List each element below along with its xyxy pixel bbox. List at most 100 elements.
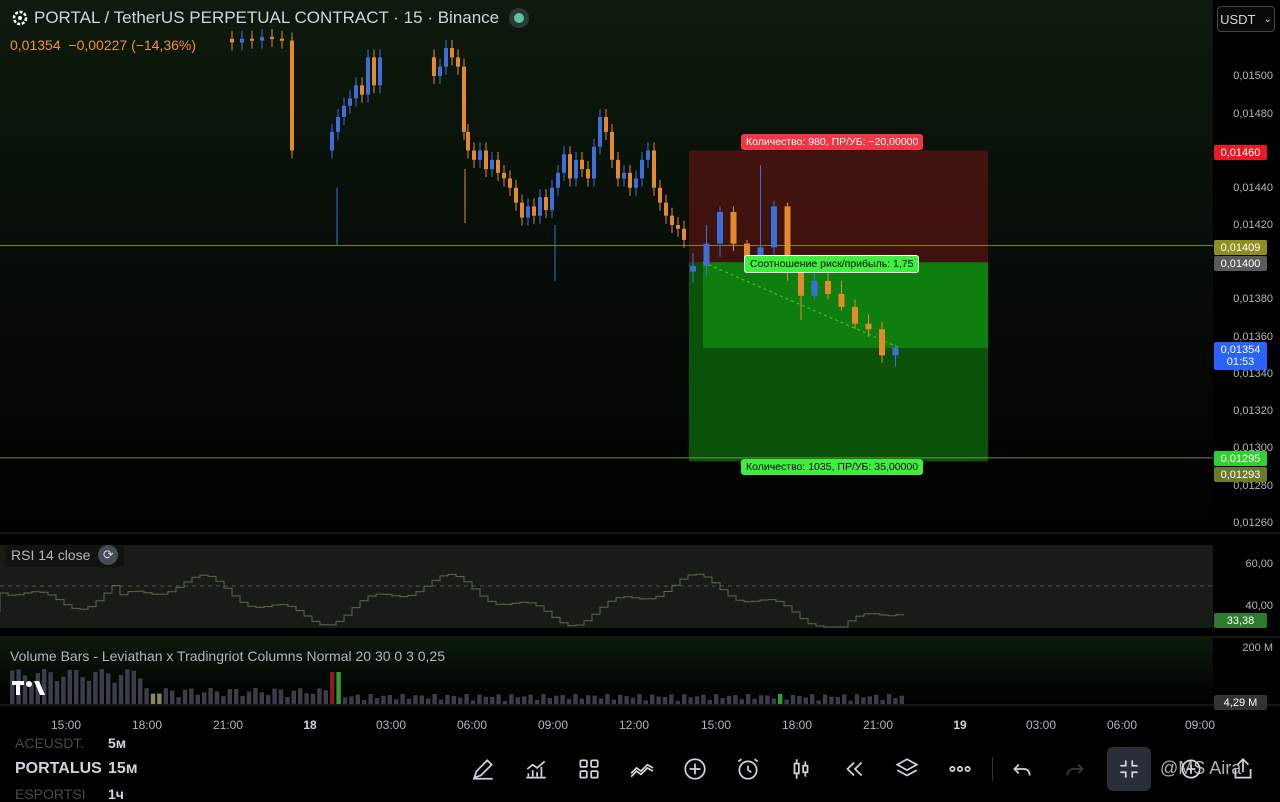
redo-icon[interactable] bbox=[1058, 752, 1092, 786]
candle-body bbox=[592, 146, 596, 179]
volume-bar bbox=[579, 698, 584, 704]
volume-bar bbox=[54, 681, 60, 704]
volume-bar bbox=[746, 694, 751, 704]
candle-body bbox=[438, 66, 442, 76]
candle-body bbox=[676, 225, 680, 229]
volume-bar bbox=[240, 695, 245, 704]
candle-body bbox=[825, 280, 831, 294]
candle-body bbox=[616, 159, 620, 179]
time-axis-label: 03:00 bbox=[1025, 718, 1057, 732]
candle-body bbox=[646, 150, 650, 160]
chart-up-icon[interactable] bbox=[519, 752, 553, 786]
volume-bar bbox=[227, 689, 232, 704]
volume-bar bbox=[317, 688, 322, 704]
volume-bar bbox=[752, 698, 757, 704]
candle-body bbox=[628, 172, 632, 188]
volume-bar bbox=[285, 697, 290, 704]
volume-axis-label: 200 M bbox=[1242, 642, 1273, 654]
alarm-icon[interactable] bbox=[731, 752, 765, 786]
pencil-icon[interactable] bbox=[466, 752, 500, 786]
volume-bar bbox=[784, 699, 789, 704]
candle-body bbox=[604, 116, 608, 132]
candle-body bbox=[811, 280, 818, 296]
volume-bar bbox=[208, 688, 213, 704]
candle-body bbox=[450, 48, 454, 58]
time-axis-label: 15:00 bbox=[50, 718, 82, 732]
volume-bar bbox=[477, 694, 482, 704]
candles-icon[interactable] bbox=[784, 752, 818, 786]
volume-bar bbox=[118, 675, 124, 704]
rewind-icon[interactable] bbox=[837, 752, 871, 786]
watchlist-symbol[interactable]: ACEUSDT. bbox=[15, 735, 84, 751]
candle-body bbox=[260, 36, 264, 41]
volume-bar bbox=[93, 671, 98, 704]
symbol-title[interactable]: PORTAL / TetherUS PERPETUAL CONTRACT · 1… bbox=[12, 8, 530, 28]
volume-bar bbox=[701, 694, 706, 704]
watchlist-interval[interactable]: 5м bbox=[108, 735, 126, 751]
watchlist-symbol-active[interactable]: PORTALUS bbox=[15, 760, 102, 778]
plus-circle-icon[interactable] bbox=[678, 752, 712, 786]
volume-bar bbox=[739, 699, 744, 704]
volume-bar bbox=[304, 693, 309, 704]
grid-icon[interactable] bbox=[572, 752, 606, 786]
filled-profit-zone bbox=[703, 262, 988, 348]
volume-bar bbox=[669, 694, 674, 704]
layers-icon[interactable] bbox=[890, 752, 924, 786]
volume-bar bbox=[214, 691, 220, 704]
trend-icon[interactable] bbox=[625, 752, 659, 786]
candle-body bbox=[378, 57, 382, 86]
volume-bar bbox=[182, 689, 188, 704]
rsi-legend[interactable]: RSI 14 close ⟳ bbox=[5, 543, 125, 567]
currency-selector[interactable]: USDT ⌄ bbox=[1217, 6, 1275, 32]
candle-body bbox=[336, 116, 340, 132]
time-axis-label: 09:00 bbox=[1184, 718, 1216, 732]
candle-body bbox=[478, 150, 482, 160]
candle-body bbox=[556, 172, 560, 188]
watchlist-interval-active[interactable]: 15м bbox=[108, 760, 138, 778]
candle-body bbox=[598, 116, 602, 147]
take-profit-label[interactable]: Количество: 1035, ПР/УБ: 35,00000 bbox=[741, 459, 924, 475]
candle-body bbox=[682, 228, 686, 240]
time-axis-label: 03:00 bbox=[375, 718, 407, 732]
stop-loss-label[interactable]: Количество: 980, ПР/УБ: −20,00000 bbox=[741, 134, 924, 150]
volume-bar bbox=[534, 699, 540, 704]
header-price: 0,01354 bbox=[10, 37, 61, 53]
globe-icon[interactable] bbox=[509, 8, 530, 28]
risk-reward-label[interactable]: Соотношение риск/прибыль: 1,75 bbox=[744, 255, 920, 273]
volume-bar bbox=[150, 693, 156, 704]
candle-body bbox=[640, 159, 644, 179]
more-icon[interactable] bbox=[943, 752, 977, 786]
volume-bar bbox=[298, 688, 303, 704]
volume-legend[interactable]: Volume Bars - Leviathan x Tradingriot Co… bbox=[10, 648, 445, 664]
volume-bar bbox=[758, 695, 764, 704]
volume-bar bbox=[106, 673, 111, 704]
volume-bar bbox=[61, 676, 66, 704]
volume-bar bbox=[867, 696, 872, 704]
volume-bar bbox=[522, 696, 527, 704]
volume-bar bbox=[387, 695, 392, 704]
candle-body bbox=[562, 154, 566, 173]
volume-bar bbox=[554, 695, 559, 704]
candle-body bbox=[610, 131, 614, 160]
undo-icon[interactable] bbox=[1005, 752, 1039, 786]
volume-bar bbox=[342, 697, 348, 704]
time-axis-label: 21:00 bbox=[862, 718, 894, 732]
candle-body bbox=[508, 178, 512, 188]
volume-bar bbox=[886, 694, 892, 704]
volume-bar bbox=[432, 694, 437, 704]
volume-bar bbox=[835, 696, 840, 704]
volume-bar bbox=[720, 698, 725, 704]
refresh-icon[interactable]: ⟳ bbox=[98, 545, 119, 565]
volume-bar bbox=[637, 694, 642, 704]
collapse-icon[interactable] bbox=[1107, 747, 1151, 791]
candle-body bbox=[586, 169, 590, 179]
rsi-title: RSI 14 close bbox=[11, 547, 91, 563]
volume-bar bbox=[893, 698, 898, 704]
price-axis-label: 0,01320 bbox=[1233, 405, 1273, 417]
candle-body bbox=[456, 57, 460, 67]
volume-bar bbox=[394, 699, 399, 704]
volume-bar bbox=[464, 694, 469, 704]
volume-bar bbox=[381, 695, 386, 704]
price-chart[interactable] bbox=[0, 0, 1280, 800]
volume-bar bbox=[291, 690, 296, 704]
